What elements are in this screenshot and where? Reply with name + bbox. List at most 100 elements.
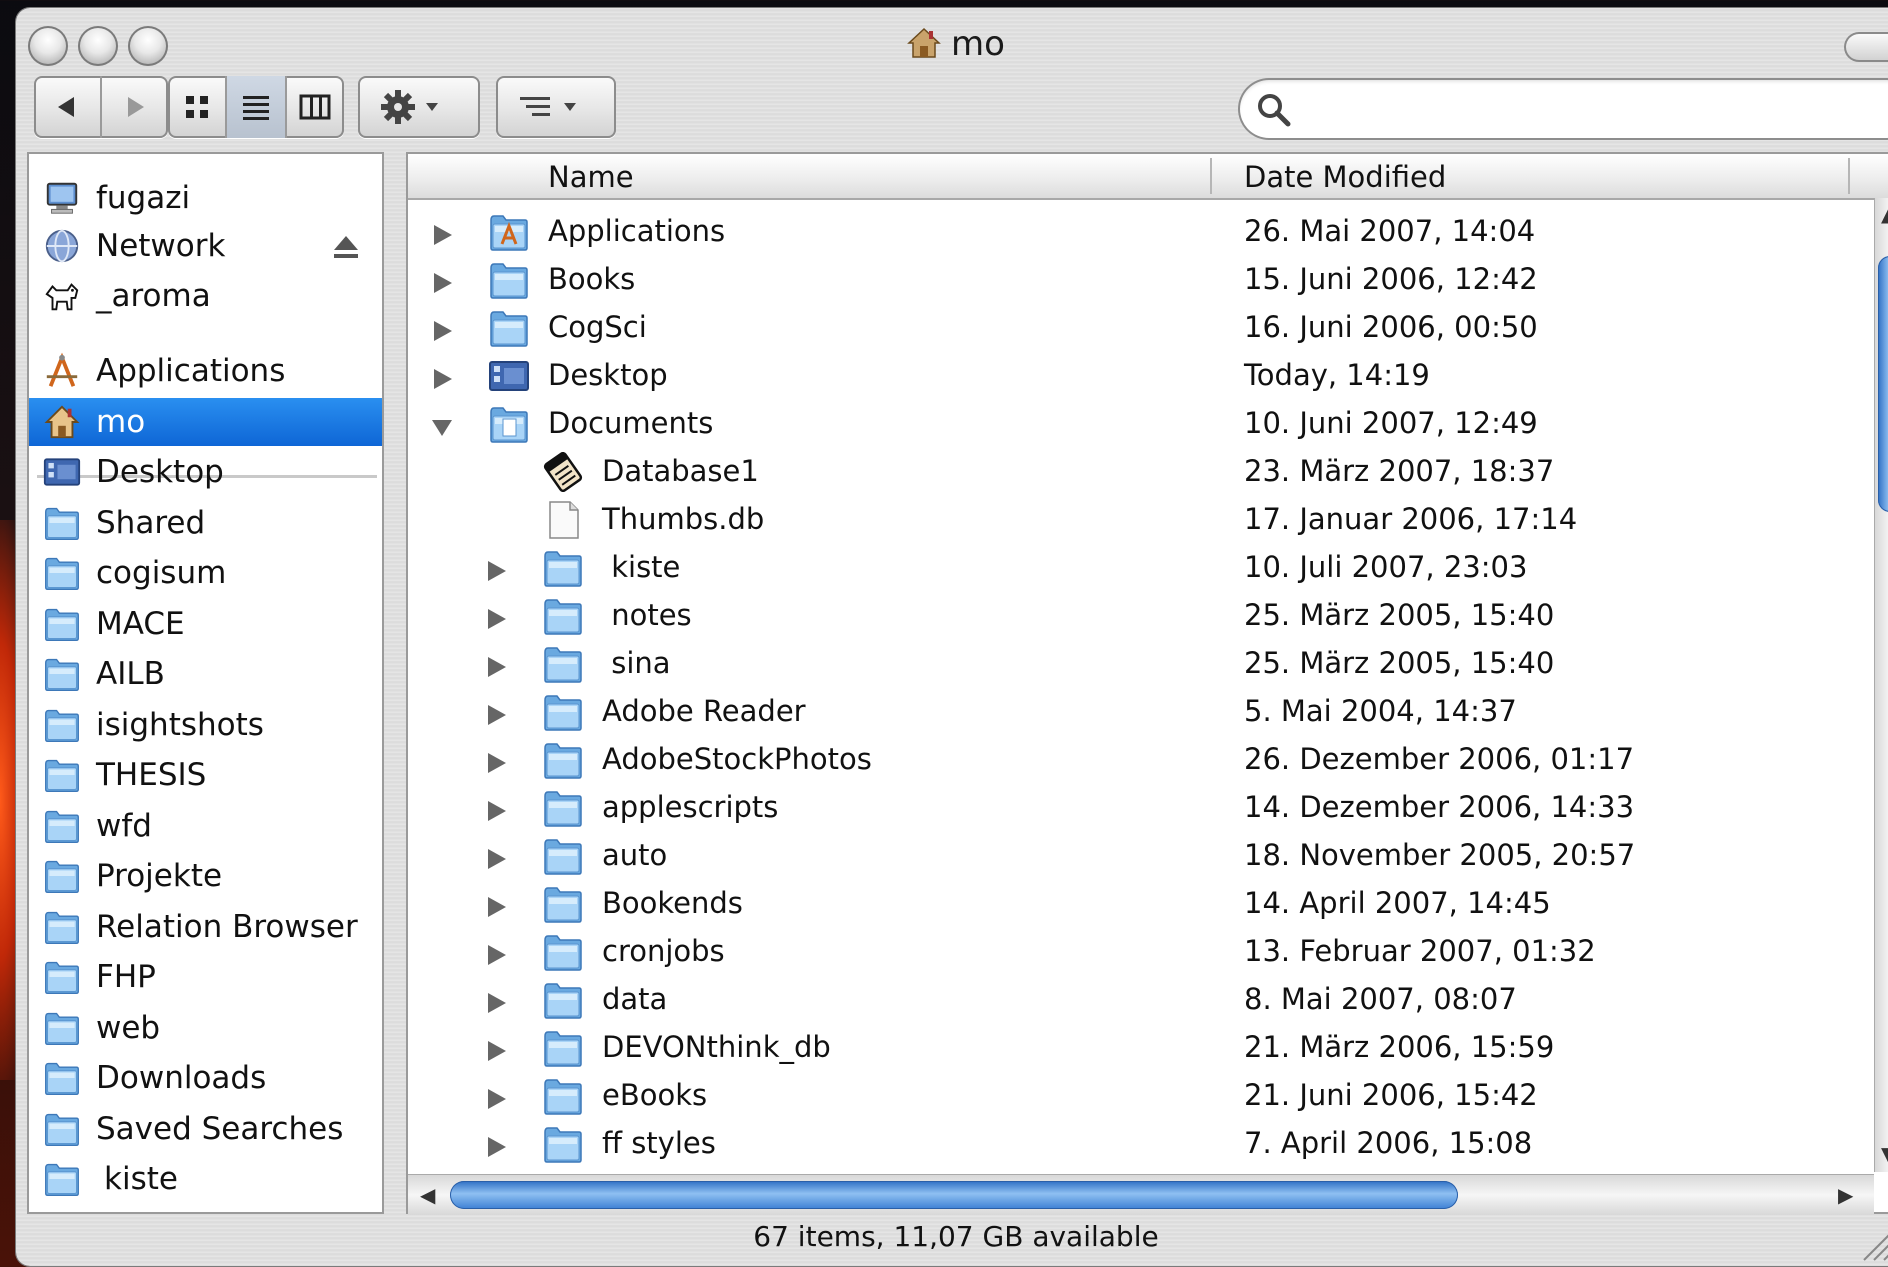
scroll-down-arrow-icon[interactable]: ▼ <box>1881 1142 1888 1166</box>
vertical-scroll-thumb[interactable] <box>1878 256 1888 512</box>
sidebar-item-mace[interactable]: MACE <box>29 600 382 648</box>
list-row[interactable]: Desktop Today, 14:19 <box>408 352 1868 400</box>
disclosure-triangle-icon[interactable] <box>430 220 454 245</box>
sidebar-item-fugazi[interactable]: fugazi <box>29 174 382 222</box>
column-divider[interactable] <box>1210 158 1212 194</box>
toolbar-toggle-button[interactable] <box>1844 32 1888 62</box>
disclosure-triangle-icon[interactable] <box>484 556 508 581</box>
sidebar-item-aroma[interactable]: _aroma <box>29 272 382 320</box>
disclosure-triangle-icon[interactable] <box>484 1132 508 1157</box>
list-row[interactable]: eBooks 21. Juni 2006, 15:42 <box>408 1072 1868 1120</box>
disclosure-triangle-icon[interactable] <box>484 940 508 965</box>
file-name: Applications <box>548 214 726 248</box>
disclosure-triangle-icon[interactable] <box>430 268 454 293</box>
window-title: mo <box>951 24 1005 64</box>
disclosure-triangle-icon[interactable] <box>484 988 508 1013</box>
scroll-left-arrow-icon[interactable]: ◀ <box>420 1183 435 1207</box>
list-row[interactable]: kiste 10. Juli 2007, 23:03 <box>408 544 1868 592</box>
list-row[interactable]: Bookends 14. April 2007, 14:45 <box>408 880 1868 928</box>
sidebar-split-handle[interactable] <box>382 154 402 1212</box>
icon-view-button[interactable] <box>168 76 225 138</box>
list-row[interactable]: Applications 26. Mai 2007, 14:04 <box>408 208 1868 256</box>
list-row[interactable]: notes 25. März 2005, 15:40 <box>408 592 1868 640</box>
list-row[interactable]: applescripts 14. Dezember 2006, 14:33 <box>408 784 1868 832</box>
sidebar-item-mo[interactable]: mo <box>29 397 382 446</box>
list-row[interactable]: Adobe Reader 5. Mai 2004, 14:37 <box>408 688 1868 736</box>
file-date-modified: 8. Mai 2007, 08:07 <box>1244 982 1517 1016</box>
list-row[interactable]: Documents 10. Juni 2007, 12:49 <box>408 400 1868 448</box>
list-view-button[interactable] <box>225 76 285 138</box>
vertical-scrollbar[interactable]: ▲ ▼ <box>1874 198 1888 1172</box>
sidebar-item-projekte[interactable]: Projekte <box>29 852 382 900</box>
database-icon <box>542 451 584 493</box>
disclosure-triangle-icon[interactable] <box>430 364 454 389</box>
sidebar-item-network[interactable]: Network <box>29 222 382 270</box>
file-name: Documents <box>548 406 714 440</box>
forward-button[interactable] <box>100 76 168 138</box>
list-row[interactable]: AdobeStockPhotos 26. Dezember 2006, 01:17 <box>408 736 1868 784</box>
disclosure-triangle-icon[interactable] <box>484 892 508 917</box>
sidebar-item-saved-searches[interactable]: Saved Searches <box>29 1105 382 1153</box>
action-menu-button[interactable] <box>358 76 480 138</box>
file-name: eBooks <box>602 1078 708 1112</box>
list-row[interactable]: auto 18. November 2005, 20:57 <box>408 832 1868 880</box>
disclosure-triangle-icon[interactable] <box>484 604 508 629</box>
sidebar-item-isightshots[interactable]: isightshots <box>29 701 382 749</box>
disclosure-triangle-icon[interactable] <box>430 316 454 341</box>
sidebar-item-applications[interactable]: Applications <box>29 347 382 395</box>
sidebar-item-ailb[interactable]: AILB <box>29 650 382 698</box>
search-field[interactable] <box>1238 78 1888 140</box>
arrange-menu-button[interactable] <box>496 76 616 138</box>
scroll-right-arrow-icon[interactable]: ▶ <box>1838 1183 1853 1207</box>
disclosure-triangle-icon[interactable] <box>484 1036 508 1061</box>
column-divider[interactable] <box>1848 158 1850 194</box>
sidebar-item-fhp[interactable]: FHP <box>29 953 382 1001</box>
column-header-date-modified[interactable]: Date Modified <box>1244 160 1446 194</box>
sidebar-item-label: THESIS <box>96 757 207 793</box>
list-row[interactable]: Thumbs.db 17. Januar 2006, 17:14 <box>408 496 1868 544</box>
file-name: CogSci <box>548 310 647 344</box>
computer-icon <box>42 178 82 218</box>
column-view-button[interactable] <box>284 76 344 138</box>
list-row[interactable]: cronjobs 13. Februar 2007, 01:32 <box>408 928 1868 976</box>
horizontal-scroll-thumb[interactable] <box>450 1181 1458 1209</box>
list-row[interactable]: sina 25. März 2005, 15:40 <box>408 640 1868 688</box>
list-row[interactable]: Books 15. Juni 2006, 12:42 <box>408 256 1868 304</box>
sidebar-item-wfd[interactable]: wfd <box>29 802 382 850</box>
list-row[interactable]: CogSci 16. Juni 2006, 00:50 <box>408 304 1868 352</box>
disclosure-triangle-icon[interactable] <box>484 796 508 821</box>
list-row[interactable]: data 8. Mai 2007, 08:07 <box>408 976 1868 1024</box>
disclosure-triangle-icon[interactable] <box>484 844 508 869</box>
disclosure-triangle-expanded-icon[interactable] <box>430 412 454 436</box>
column-header-name[interactable]: Name <box>548 160 634 194</box>
disclosure-triangle-icon[interactable] <box>484 1084 508 1109</box>
sidebar-item-thesis[interactable]: THESIS <box>29 751 382 799</box>
search-input[interactable] <box>1312 90 1876 130</box>
dog-icon <box>42 276 82 316</box>
sidebar-item-shared[interactable]: Shared <box>29 499 382 547</box>
sidebar-item-downloads[interactable]: Downloads <box>29 1054 382 1102</box>
file-date-modified: 23. März 2007, 18:37 <box>1244 454 1555 488</box>
back-button[interactable] <box>34 76 100 138</box>
resize-grip-icon[interactable] <box>1854 1222 1888 1262</box>
disclosure-triangle-icon[interactable] <box>484 748 508 773</box>
disclosure-triangle-icon[interactable] <box>484 652 508 677</box>
disclosure-triangle-icon[interactable] <box>484 700 508 725</box>
folder-icon <box>42 755 82 795</box>
horizontal-scrollbar[interactable]: ◀ ▶ <box>408 1174 1874 1215</box>
file-name: AdobeStockPhotos <box>602 742 872 776</box>
file-name: cronjobs <box>602 934 725 968</box>
folder-icon <box>42 1058 82 1098</box>
sidebar-item-cogisum[interactable]: cogisum <box>29 549 382 597</box>
list-row[interactable]: Database1 23. März 2007, 18:37 <box>408 448 1868 496</box>
sidebar-item-web[interactable]: web <box>29 1004 382 1052</box>
sidebar-item-relation-browser[interactable]: Relation Browser <box>29 903 382 951</box>
list-row[interactable]: ff styles 7. April 2006, 15:08 <box>408 1120 1868 1168</box>
eject-icon[interactable] <box>332 232 360 258</box>
scroll-up-arrow-icon[interactable]: ▲ <box>1881 202 1888 226</box>
sidebar-item-kiste[interactable]: kiste <box>29 1155 382 1203</box>
list-row[interactable]: DEVONthink_db 21. März 2006, 15:59 <box>408 1024 1868 1072</box>
folder-icon <box>542 740 584 780</box>
sidebar-item-label: Desktop <box>96 454 224 490</box>
sidebar-item-desktop[interactable]: Desktop <box>29 448 382 496</box>
